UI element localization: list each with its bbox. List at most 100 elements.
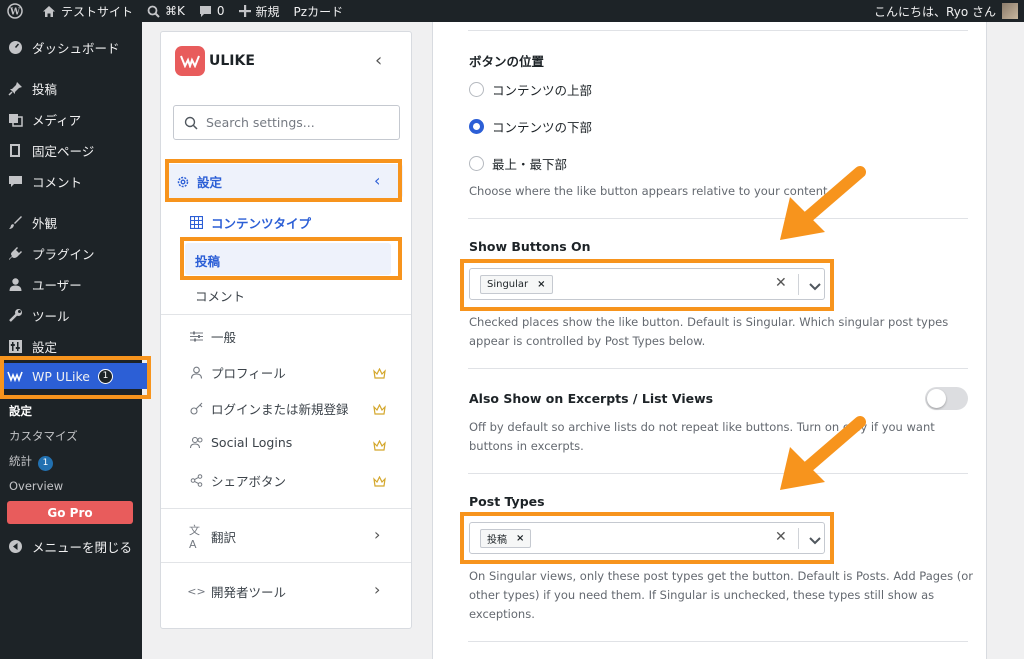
button-position-description: Choose where the like button appears rel… (469, 184, 832, 198)
nav-content-types[interactable]: コンテンツタイプ (189, 213, 311, 232)
menu-item-users[interactable]: ユーザー (0, 271, 142, 297)
clear-icon[interactable]: ✕ (775, 529, 787, 545)
wp-ulike-icon (7, 368, 23, 384)
radio-button-selected[interactable] (469, 119, 484, 134)
radio-content-top[interactable]: コンテンツの上部 (469, 80, 592, 99)
media-icon (7, 111, 23, 127)
admin-bar: W テストサイト ⌘K 0 新規 Pzカード こんにちは、Ryo さん (0, 0, 1024, 22)
menu-item-appearance[interactable]: 外観 (0, 209, 142, 235)
code-icon: <> (187, 585, 206, 598)
site-name-link[interactable]: テストサイト (35, 0, 140, 22)
nav-social-logins[interactable]: Social Logins (189, 435, 292, 450)
select-separator (798, 528, 799, 549)
crown-icon (373, 400, 386, 419)
menu-item-posts[interactable]: 投稿 (0, 75, 142, 101)
svg-text:W: W (9, 8, 21, 18)
menu-item-pages[interactable]: 固定ページ (0, 137, 142, 163)
arrow-annotation-icon (780, 166, 866, 240)
sliders-icon (189, 329, 204, 344)
nav-general[interactable]: 一般 (189, 327, 236, 346)
radio-top-and-bottom[interactable]: 最上・最下部 (469, 154, 567, 173)
menu-item-tools[interactable]: ツール (0, 302, 142, 328)
radio-button[interactable] (469, 82, 484, 97)
clear-icon[interactable]: ✕ (775, 275, 787, 291)
site-name: テストサイト (61, 4, 134, 19)
excerpts-toggle[interactable] (925, 387, 968, 410)
remove-tag-icon[interactable]: × (537, 279, 545, 290)
plugin-icon (7, 245, 23, 261)
arrow-annotation-icon (780, 416, 866, 490)
radio-button[interactable] (469, 156, 484, 171)
home-icon (43, 5, 55, 17)
translate-icon: 文A (189, 524, 200, 551)
submenu-settings[interactable]: 設定 (9, 403, 32, 419)
menu-item-settings[interactable]: 設定 (0, 333, 142, 359)
chevron-right-icon: › (374, 580, 381, 599)
nav-share-buttons[interactable]: シェアボタン (189, 471, 286, 490)
menu-item-media[interactable]: メディア (0, 106, 142, 132)
nav-divider (161, 508, 411, 509)
toggle-knob (927, 389, 946, 408)
submenu-overview[interactable]: Overview (9, 479, 63, 493)
stats-badge: 1 (38, 455, 53, 471)
search-icon (184, 116, 198, 130)
avatar[interactable] (1002, 3, 1018, 19)
chevron-right-icon: › (374, 525, 381, 544)
collapse-menu-button[interactable]: メニューを閉じる (0, 533, 142, 559)
plus-icon (238, 5, 251, 17)
select-separator (798, 274, 799, 295)
pz-card-label: Pzカード (293, 4, 344, 19)
comments-count: 0 (216, 4, 225, 18)
new-label: 新規 (255, 4, 280, 19)
wrench-icon (7, 307, 23, 323)
notification-badge: 1 (97, 368, 113, 384)
comment-icon (7, 173, 23, 189)
chevron-down-icon[interactable] (808, 531, 822, 550)
remove-tag-icon[interactable]: × (516, 533, 524, 544)
command-palette-button[interactable]: ⌘K (140, 0, 192, 22)
post-types-description: On Singular views, only these post types… (469, 569, 974, 621)
crown-icon (373, 364, 386, 383)
radio-content-bottom[interactable]: コンテンツの下部 (469, 117, 592, 136)
nav-settings[interactable]: 設定 (175, 172, 222, 191)
comments-link[interactable]: 0 (192, 0, 232, 22)
settings-search-input[interactable]: Search settings... (173, 105, 400, 140)
go-pro-button[interactable]: Go Pro (7, 501, 133, 524)
button-position-label: ボタンの位置 (469, 54, 545, 69)
submenu-customize[interactable]: カスタマイズ (9, 428, 78, 444)
nav-profile[interactable]: プロフィール (189, 363, 286, 382)
chevron-down-icon: ‹ (374, 171, 381, 190)
greeting[interactable]: こんにちは、Ryo さん (874, 3, 996, 20)
pz-card-link[interactable]: Pzカード (287, 0, 351, 22)
crown-icon (373, 472, 386, 491)
page-icon (7, 142, 23, 158)
nav-comments[interactable]: コメント (195, 286, 245, 305)
nav-translate[interactable]: 文A 翻訳 (189, 524, 236, 551)
menu-item-plugins[interactable]: プラグイン (0, 240, 142, 266)
selected-tag: 投稿 × (480, 529, 532, 548)
selected-tag: Singular × (480, 275, 553, 294)
menu-item-comments[interactable]: コメント (0, 168, 142, 194)
new-content-link[interactable]: 新規 (232, 0, 287, 22)
shortcut-label: ⌘K (165, 4, 185, 18)
gear-icon (175, 174, 190, 189)
submenu-stats[interactable]: 統計 1 (9, 453, 53, 471)
show-buttons-on-select[interactable]: Singular × ✕ (469, 268, 825, 300)
section-divider (468, 368, 968, 369)
crown-icon (373, 436, 386, 455)
nav-divider (161, 562, 411, 563)
wordpress-logo-icon[interactable]: W (0, 0, 35, 22)
collapse-sidebar-icon[interactable]: ‹ (375, 50, 382, 71)
brush-icon (7, 214, 23, 230)
section-divider (468, 218, 968, 219)
settings-sidebar: ULIKE ‹ Search settings... 設定 ‹ コンテンツタイプ… (160, 31, 412, 629)
user-icon (7, 276, 23, 292)
excerpts-description: Off by default so archive lists do not r… (469, 420, 935, 453)
nav-developer-tools[interactable]: <> 開発者ツール (187, 582, 286, 601)
menu-item-wp-ulike[interactable]: WP ULike 1 (0, 363, 149, 389)
nav-login-register[interactable]: ログインまたは新規登録 (189, 399, 349, 418)
menu-item-dashboard[interactable]: ダッシュボード (0, 34, 142, 60)
nav-posts[interactable]: 投稿 (195, 251, 220, 270)
post-types-select[interactable]: 投稿 × ✕ (469, 522, 825, 554)
chevron-down-icon[interactable] (808, 277, 822, 296)
